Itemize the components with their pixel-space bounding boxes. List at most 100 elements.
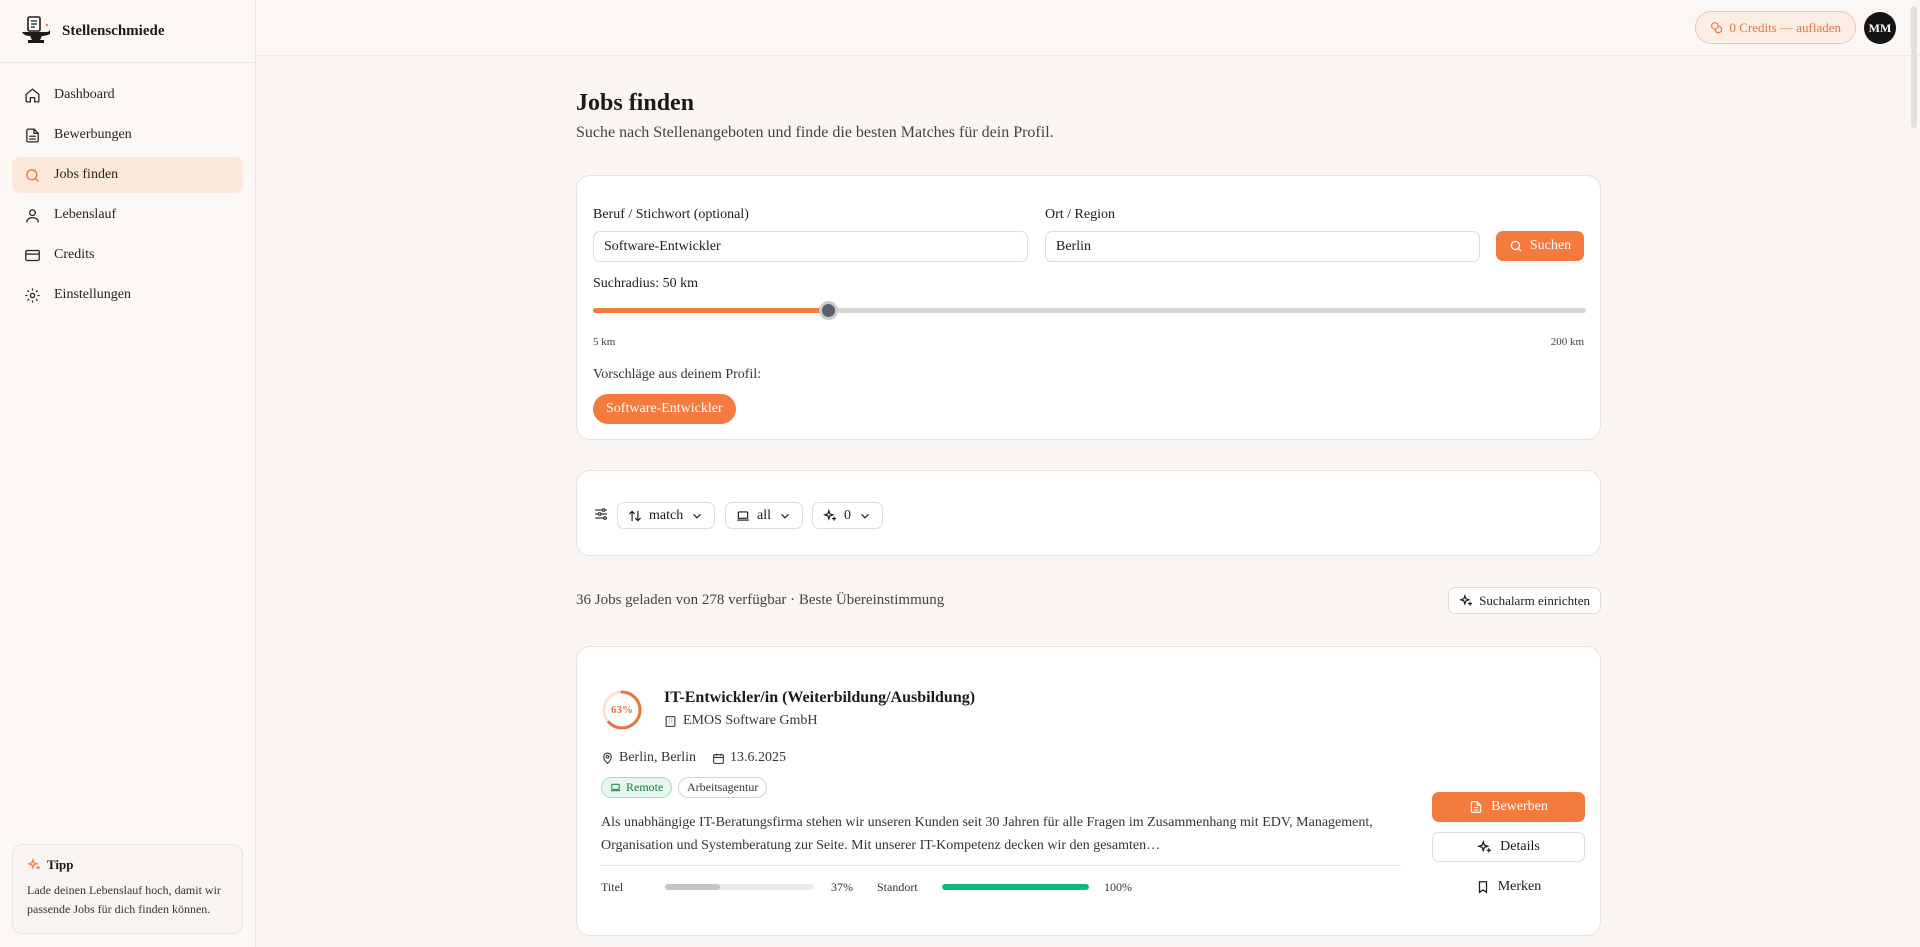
chevron-down-icon (693, 513, 702, 519)
remote-badge: Remote (601, 777, 673, 798)
score-location-bar (942, 884, 1089, 890)
topbar: 0 Credits — aufladen MM (257, 0, 1920, 128)
credits-topup-button[interactable]: 0 Credits — aufladen (1695, 11, 1856, 44)
match-score-text: 63% (611, 704, 633, 716)
gear-icon (25, 287, 40, 303)
sidebar-item-lebenslauf[interactable]: Lebenslauf (12, 197, 243, 233)
suggestion-chip[interactable]: Software-Entwickler (593, 394, 736, 424)
search-button[interactable]: Suchen (1496, 231, 1584, 261)
job-title[interactable]: IT-Entwickler/in (Weiterbildung/Ausbildu… (664, 689, 975, 707)
sidebar-item-einstellungen[interactable]: Einstellungen (12, 277, 243, 313)
sort-arrows-icon (629, 510, 641, 521)
credits-label: 0 Credits — aufladen (1729, 19, 1841, 35)
results-summary: 36 Jobs geladen von 278 verfügbar · Best… (576, 592, 945, 608)
apply-button-label: Bewerben (1491, 799, 1548, 814)
tip-title: Tipp (27, 857, 228, 873)
score-location-bar-fill (942, 884, 1089, 890)
sort-dropdown[interactable]: match (617, 502, 716, 529)
details-button-label: Details (1500, 839, 1540, 854)
sidebar-item-credits[interactable]: Credits (12, 237, 243, 273)
map-pin-icon (603, 752, 612, 764)
sidebar-item-label: Einstellungen (54, 287, 131, 302)
apply-button[interactable]: Bewerben (1432, 792, 1585, 822)
document-icon (1470, 801, 1482, 813)
score-title-label: Titel (601, 880, 624, 894)
sidebar-item-label: Dashboard (54, 87, 115, 102)
sparkles-icon (1459, 593, 1473, 606)
job-company: EMOS Software GmbH (664, 713, 818, 729)
search-card: Beruf / Stichwort (optional) Software-En… (576, 175, 1601, 440)
laptop-icon (610, 783, 621, 792)
job-company-name: EMOS Software GmbH (683, 713, 818, 728)
brand[interactable]: Stellenschmiede (0, 0, 255, 63)
search-icon (1510, 240, 1522, 252)
job-location-text: Berlin, Berlin (619, 750, 696, 765)
tip-text: Lade deinen Lebenslauf hoch, damit wir p… (27, 883, 221, 916)
bookmark-button-label: Merken (1497, 879, 1542, 894)
ai-filter-dropdown[interactable]: 0 (812, 502, 883, 529)
search-alarm-label: Suchalarm einrichten (1479, 592, 1590, 608)
sidebar: Stellenschmiede Dashboard Bewerbungen Jo… (0, 0, 256, 947)
radius-slider-thumb[interactable] (819, 301, 838, 320)
score-location-value: 100% (1104, 880, 1132, 894)
building-icon (665, 715, 676, 727)
sidebar-item-label: Jobs finden (54, 167, 119, 182)
sort-value: match (649, 507, 684, 523)
anvil-logo-icon (22, 16, 50, 43)
page-title: Jobs finden (576, 90, 695, 116)
keyword-label: Beruf / Stichwort (optional) (593, 207, 749, 222)
brand-name: Stellenschmiede (62, 22, 165, 39)
sidebar-nav: Dashboard Bewerbungen Jobs finden Lebens… (0, 63, 255, 327)
score-title-value: 37% (831, 880, 853, 894)
radius-min-label: 5 km (593, 336, 616, 348)
score-title-bar (665, 884, 814, 890)
bookmark-icon (1478, 881, 1487, 894)
job-card[interactable]: 63% IT-Entwickler/in (Weiterbildung/Ausb… (576, 646, 1601, 936)
sidebar-item-bewerbungen[interactable]: Bewerbungen (12, 117, 243, 153)
radius-label: Suchradius: 50 km (593, 276, 698, 291)
home-icon (25, 87, 40, 103)
location-input[interactable]: Berlin (1045, 231, 1480, 262)
divider (601, 865, 1401, 866)
credit-card-icon (25, 249, 40, 261)
source-badge: Arbeitsagentur (678, 777, 768, 798)
keyword-input[interactable]: Software-Entwickler (593, 231, 1028, 262)
tip-title-text: Tipp (47, 857, 74, 872)
details-button[interactable]: Details (1432, 832, 1585, 862)
tip-box: Tipp Lade deinen Lebenslauf hoch, damit … (12, 844, 243, 934)
radius-slider-fill (593, 308, 828, 313)
radius-slider[interactable] (593, 301, 1586, 320)
bookmark-button[interactable]: Merken (1432, 872, 1585, 902)
sidebar-item-label: Bewerbungen (54, 127, 132, 142)
worktype-dropdown[interactable]: all (725, 502, 803, 529)
sidebar-item-jobs-finden[interactable]: Jobs finden (12, 157, 243, 193)
sliders-icon (595, 508, 607, 520)
coins-icon (1711, 22, 1723, 34)
user-icon (26, 208, 39, 223)
sparkles-icon (823, 508, 837, 521)
sidebar-item-label: Credits (54, 247, 95, 262)
search-button-label: Suchen (1529, 238, 1572, 253)
document-icon (26, 127, 39, 143)
sidebar-item-label: Lebenslauf (54, 207, 117, 222)
filter-card: match all 0 (576, 470, 1601, 556)
avatar[interactable]: MM (1864, 12, 1896, 44)
remote-badge-text: Remote (626, 780, 664, 794)
suggestions-label: Vorschläge aus deinem Profil: (593, 367, 762, 382)
sparkles-icon (1477, 839, 1492, 853)
score-location-label: Standort (877, 880, 918, 894)
calendar-icon (713, 753, 724, 764)
chevron-down-icon (781, 513, 789, 519)
sidebar-item-dashboard[interactable]: Dashboard (12, 77, 243, 113)
job-location: Berlin, Berlin (601, 750, 696, 766)
search-icon (26, 168, 39, 182)
radius-max-label: 200 km (1550, 336, 1584, 348)
search-alarm-button[interactable]: Suchalarm einrichten (1448, 587, 1601, 614)
job-date-text: 13.6.2025 (730, 750, 786, 765)
page-scrollbar[interactable] (1911, 6, 1917, 128)
location-label: Ort / Region (1045, 207, 1115, 222)
job-description: Als unabhängige IT-Beratungsfirma stehen… (601, 815, 1373, 853)
worktype-value: all (757, 507, 771, 523)
sparkles-icon (27, 858, 41, 870)
score-title-bar-fill (665, 884, 721, 890)
